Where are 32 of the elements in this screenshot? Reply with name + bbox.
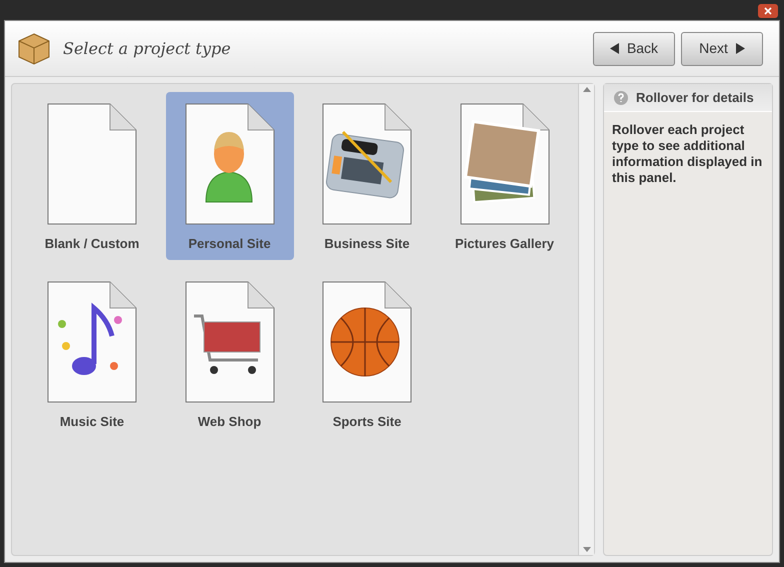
details-text: Rollover each project type to see additional information displayed in this panel. — [611, 121, 764, 186]
project-type-label: Business Site — [324, 235, 410, 253]
project-type-item[interactable]: Sports Site — [303, 270, 431, 438]
shopping-cart-drawing — [194, 314, 260, 374]
scroll-up-icon[interactable] — [582, 87, 590, 92]
music-notes-drawing — [58, 306, 122, 375]
project-type-label: Sports Site — [332, 413, 402, 431]
page-title: Select a project type — [63, 38, 231, 60]
project-type-item[interactable]: Music Site — [28, 270, 156, 438]
help-icon — [614, 90, 628, 104]
project-type-item[interactable]: Pictures Gallery — [440, 92, 568, 260]
project-type-label: Pictures Gallery — [455, 235, 554, 253]
back-button[interactable]: Back — [593, 32, 675, 66]
person-silhouette-drawing — [205, 132, 252, 202]
project-type-label: Blank / Custom — [44, 235, 140, 253]
details-title: Rollover for details — [636, 88, 754, 107]
cube-logo-icon — [17, 32, 51, 66]
right-triangle-icon — [736, 43, 745, 54]
next-button[interactable]: Next — [681, 32, 763, 66]
project-type-label: Music Site — [60, 413, 124, 431]
basketball-drawing — [330, 307, 400, 377]
document-icon — [46, 102, 138, 226]
close-button[interactable] — [758, 4, 778, 18]
close-icon — [764, 7, 772, 15]
project-type-item[interactable]: Web Shop — [166, 270, 294, 438]
project-type-item[interactable]: Personal Site — [166, 92, 294, 260]
scroll-down-icon[interactable] — [582, 547, 590, 552]
left-triangle-icon — [610, 43, 619, 54]
project-type-item[interactable]: Blank / Custom — [28, 92, 156, 260]
project-type-label: Web Shop — [198, 413, 262, 431]
project-type-label: Personal Site — [188, 235, 271, 253]
project-type-item[interactable]: Business Site — [303, 92, 431, 260]
